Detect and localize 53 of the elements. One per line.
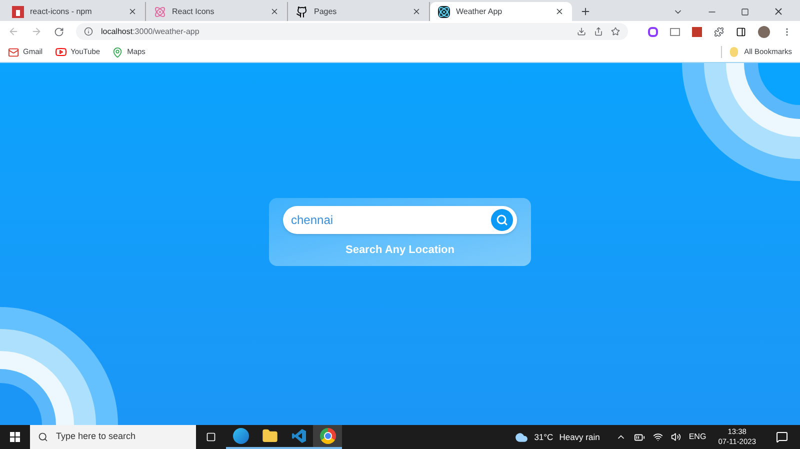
folder-icon: [262, 428, 278, 444]
map-pin-icon: [112, 46, 124, 58]
tab-title: Weather App: [456, 6, 504, 18]
share-icon[interactable]: [594, 27, 603, 36]
side-panel-icon[interactable]: [736, 26, 746, 36]
close-icon[interactable]: [128, 7, 137, 16]
puzzle-icon[interactable]: [714, 26, 724, 36]
windows-logo-icon[interactable]: [10, 432, 20, 442]
search-button[interactable]: [491, 208, 513, 231]
info-icon: [84, 27, 93, 36]
avatar-icon[interactable]: [758, 26, 770, 38]
extension-icon[interactable]: [692, 26, 702, 36]
new-tab-icon[interactable]: [580, 6, 591, 17]
browser-icon: [232, 428, 248, 444]
atom-icon: [438, 6, 450, 18]
extension-icon[interactable]: [648, 26, 658, 36]
mail-icon: [8, 46, 19, 58]
search-icon: [496, 214, 508, 226]
taskbar-search-field[interactable]: Type here to search: [30, 425, 196, 449]
wifi-icon[interactable]: [652, 432, 663, 442]
folder-icon: [730, 47, 738, 57]
close-icon[interactable]: [412, 7, 421, 16]
speaker-icon[interactable]: [670, 432, 681, 442]
weather-widget[interactable]: 31°C Heavy rain: [515, 430, 600, 444]
tab-title: react-icons - npm: [30, 6, 93, 18]
restore-icon[interactable]: [741, 8, 749, 16]
search-caption: Search Any Location: [345, 242, 454, 258]
bookmark-star-icon[interactable]: [611, 27, 620, 36]
close-icon[interactable]: [555, 7, 564, 16]
battery-icon[interactable]: [634, 432, 645, 442]
browser-icon: [320, 428, 336, 444]
taskbar-app[interactable]: [313, 425, 342, 449]
notifications-icon[interactable]: [776, 431, 788, 443]
reload-icon[interactable]: [54, 26, 64, 36]
github-icon: [296, 6, 308, 18]
video-play-icon: [54, 46, 67, 58]
search-placeholder: Type here to search: [56, 430, 136, 444]
task-view-icon[interactable]: [206, 432, 216, 442]
language-indicator[interactable]: ENG: [688, 431, 706, 443]
tab-title: React Icons: [172, 6, 216, 18]
address-bar[interactable]: localhost:3000/weather-app: [76, 23, 628, 40]
code-editor-icon: [290, 428, 306, 444]
install-icon[interactable]: [577, 27, 586, 36]
url-text: localhost:3000/weather-app: [101, 26, 200, 38]
tab-title: Pages: [314, 6, 338, 18]
browser-tab[interactable]: Weather App: [430, 2, 572, 21]
extension-icon[interactable]: [670, 28, 680, 36]
npm-logo-icon: [12, 6, 24, 18]
cloud-icon: [515, 430, 528, 444]
search-icon: [38, 432, 48, 442]
close-icon[interactable]: [270, 7, 279, 16]
close-icon[interactable]: [773, 6, 784, 17]
atom-icon: [154, 6, 166, 18]
